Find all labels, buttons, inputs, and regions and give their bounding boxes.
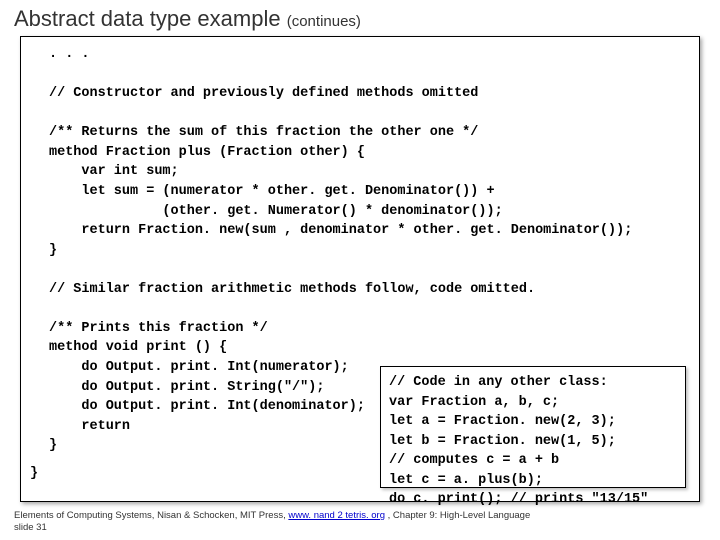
footer-text-post: , Chapter 9: High-Level Language [385, 510, 530, 521]
footer-text-pre: Elements of Computing Systems, Nisan & S… [14, 510, 288, 521]
inner-code-block: // Code in any other class: var Fraction… [389, 373, 677, 510]
title-continues: (continues) [287, 13, 361, 30]
class-closing-brace: } [30, 466, 38, 481]
footer-link[interactable]: www. nand 2 tetris. org [288, 510, 385, 521]
slide-title: Abstract data type example (continues) [14, 6, 361, 32]
code-box-inner: // Code in any other class: var Fraction… [380, 366, 686, 488]
slide: { "title": "Abstract data type example",… [0, 0, 720, 540]
footer-slide-num: slide 31 [14, 522, 47, 533]
title-main: Abstract data type example [14, 6, 281, 31]
footer: Elements of Computing Systems, Nisan & S… [14, 510, 530, 534]
